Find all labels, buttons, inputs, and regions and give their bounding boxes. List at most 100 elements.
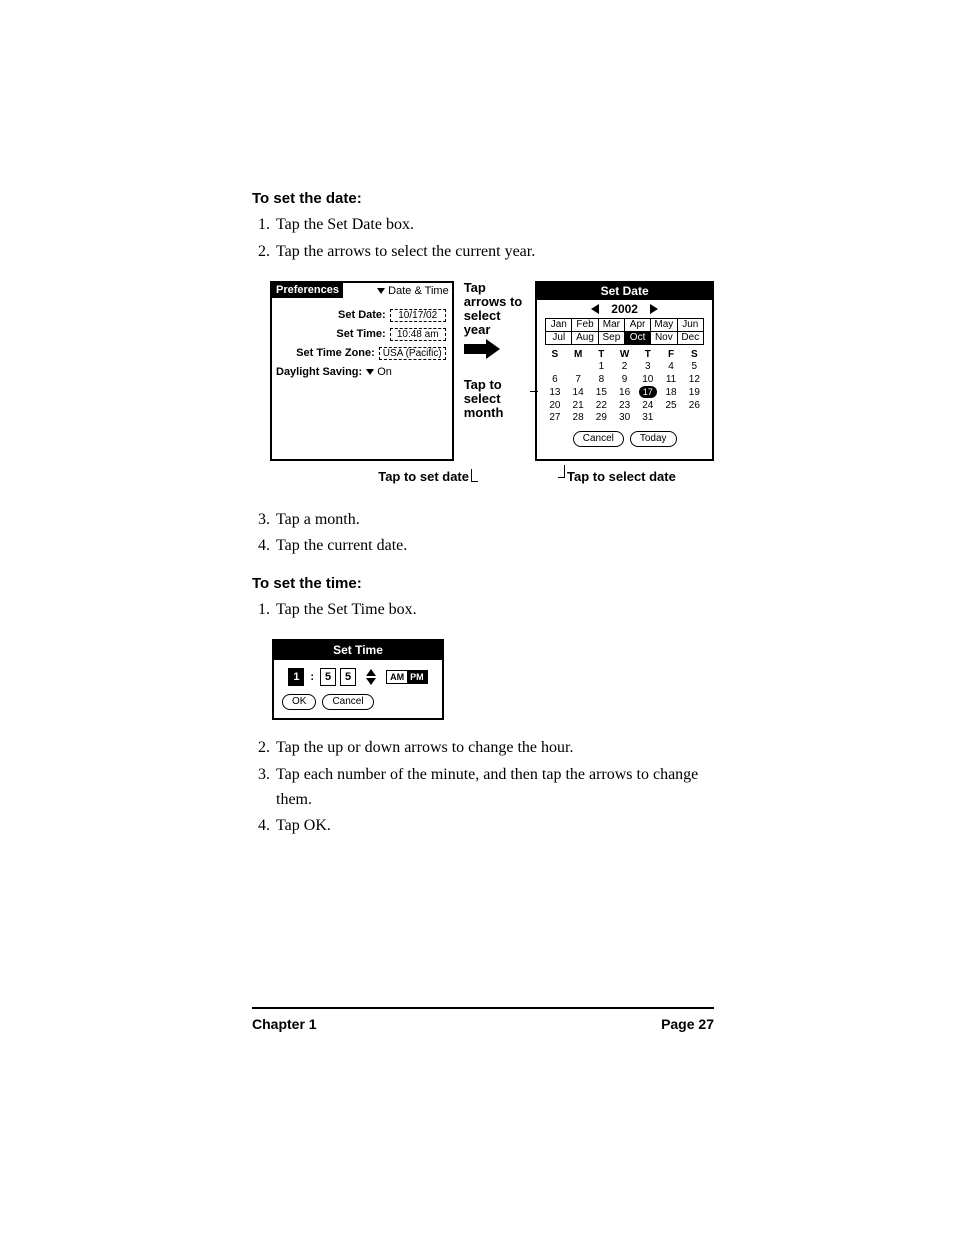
steps-time-1: Tap the Set Time box.	[252, 598, 714, 623]
month-cell[interactable]: Dec	[677, 331, 703, 344]
am-option[interactable]: AM	[387, 671, 407, 683]
figure-row: Preferences Date & Time Set Date: 10/17/…	[270, 281, 714, 461]
month-cell[interactable]: Mar	[598, 318, 624, 331]
down-arrow-icon[interactable]	[366, 678, 376, 685]
label-set-tz: Set Time Zone:	[276, 347, 379, 359]
month-cell[interactable]: Sep	[598, 331, 624, 344]
month-cell[interactable]: Oct	[625, 331, 651, 344]
hour-field[interactable]: 1	[288, 668, 304, 686]
day-cell[interactable]: 14	[567, 386, 590, 400]
month-cell[interactable]: Nov	[651, 331, 678, 344]
label-set-date: Set Date:	[276, 309, 390, 321]
day-cell[interactable]: 5	[683, 361, 706, 374]
footer-page: Page 27	[661, 1016, 714, 1032]
cancel-button[interactable]: Cancel	[573, 431, 624, 447]
minute-ones-field[interactable]: 5	[340, 668, 356, 686]
set-time-box[interactable]: 10:48 am	[390, 328, 446, 341]
day-cell[interactable]: 27	[543, 412, 566, 425]
heading-set-date: To set the date:	[252, 190, 714, 207]
day-cell[interactable]: 9	[613, 374, 636, 387]
year-prev-icon[interactable]	[591, 304, 599, 314]
daylight-value: On	[377, 366, 392, 378]
day-cell[interactable]: 7	[567, 374, 590, 387]
day-cell[interactable]: 30	[613, 412, 636, 425]
day-cell	[543, 361, 566, 374]
settime-title: Set Time	[274, 641, 442, 660]
dow-header: S	[683, 349, 706, 362]
month-cell[interactable]: Jan	[546, 318, 572, 331]
year-value: 2002	[611, 302, 638, 316]
day-cell[interactable]: 11	[659, 374, 682, 387]
ok-button[interactable]: OK	[282, 694, 316, 710]
step: Tap the Set Date box.	[274, 213, 714, 238]
day-cell[interactable]: 18	[659, 386, 682, 400]
month-grid: JanFebMarAprMayJun JulAugSepOctNovDec	[545, 318, 704, 345]
day-cell[interactable]: 21	[567, 400, 590, 413]
day-cell[interactable]: 8	[590, 374, 613, 387]
dow-header: T	[590, 349, 613, 362]
step: Tap a month.	[274, 508, 714, 533]
prefs-panel: Preferences Date & Time Set Date: 10/17/…	[270, 281, 454, 461]
day-cell[interactable]: 12	[683, 374, 706, 387]
dropdown-icon	[377, 288, 385, 294]
month-cell[interactable]: Jul	[546, 331, 572, 344]
daylight-dropdown[interactable]: On	[366, 366, 392, 378]
steps-date-1: Tap the Set Date box. Tap the arrows to …	[252, 213, 714, 265]
day-cell[interactable]: 28	[567, 412, 590, 425]
heading-set-time: To set the time:	[252, 575, 714, 592]
cancel-button[interactable]: Cancel	[322, 694, 373, 710]
day-cell[interactable]: 31	[636, 412, 659, 425]
dow-header: M	[567, 349, 590, 362]
ann-tap-month: Tap to select month	[464, 378, 526, 421]
prefs-menu[interactable]: Date & Time	[343, 285, 452, 297]
arrow-icon	[464, 342, 498, 356]
day-cell[interactable]: 29	[590, 412, 613, 425]
month-cell[interactable]: May	[651, 318, 678, 331]
day-cell[interactable]: 4	[659, 361, 682, 374]
day-cell[interactable]: 19	[683, 386, 706, 400]
day-cell[interactable]: 23	[613, 400, 636, 413]
day-cell[interactable]: 20	[543, 400, 566, 413]
minute-tens-field[interactable]: 5	[320, 668, 336, 686]
month-cell[interactable]: Feb	[572, 318, 598, 331]
setdate-panel: Set Date 2002 JanFebMarAprMayJun JulAugS…	[535, 281, 714, 461]
step: Tap the Set Time box.	[274, 598, 714, 623]
day-cell[interactable]: 26	[683, 400, 706, 413]
day-cell[interactable]: 25	[659, 400, 682, 413]
month-cell[interactable]: Apr	[625, 318, 651, 331]
day-cell[interactable]: 17	[636, 386, 659, 400]
dow-header: W	[613, 349, 636, 362]
set-date-box[interactable]: 10/17/02	[390, 309, 446, 322]
day-cell[interactable]: 13	[543, 386, 566, 400]
footer: Chapter 1 Page 27	[252, 1016, 714, 1032]
year-next-icon[interactable]	[650, 304, 658, 314]
day-cell[interactable]: 22	[590, 400, 613, 413]
dow-header: S	[543, 349, 566, 362]
day-cell[interactable]: 1	[590, 361, 613, 374]
pm-option[interactable]: PM	[407, 671, 427, 683]
day-cell[interactable]: 24	[636, 400, 659, 413]
month-cell[interactable]: Aug	[572, 331, 598, 344]
calendar: SMTWTFS 12345678910111213141516171819202…	[543, 349, 706, 425]
ampm-toggle[interactable]: AM PM	[386, 670, 428, 684]
step: Tap the current date.	[274, 534, 714, 559]
day-cell[interactable]: 6	[543, 374, 566, 387]
prefs-title: Preferences	[272, 283, 343, 298]
month-cell[interactable]: Jun	[677, 318, 703, 331]
label-daylight: Daylight Saving:	[276, 366, 366, 378]
colon: :	[308, 671, 316, 683]
ann-tap-arrows: Tap arrows to select year	[464, 281, 526, 338]
year-selector: 2002	[537, 300, 712, 318]
dropdown-icon	[366, 369, 374, 375]
today-button[interactable]: Today	[630, 431, 677, 447]
footer-chapter: Chapter 1	[252, 1016, 317, 1032]
day-cell[interactable]: 16	[613, 386, 636, 400]
up-arrow-icon[interactable]	[366, 669, 376, 676]
dow-header: T	[636, 349, 659, 362]
set-tz-box[interactable]: USA (Pacific)	[379, 347, 446, 360]
day-cell[interactable]: 10	[636, 374, 659, 387]
day-cell[interactable]: 15	[590, 386, 613, 400]
day-cell[interactable]: 2	[613, 361, 636, 374]
steps-time-2: Tap the up or down arrows to change the …	[252, 736, 714, 839]
day-cell[interactable]: 3	[636, 361, 659, 374]
